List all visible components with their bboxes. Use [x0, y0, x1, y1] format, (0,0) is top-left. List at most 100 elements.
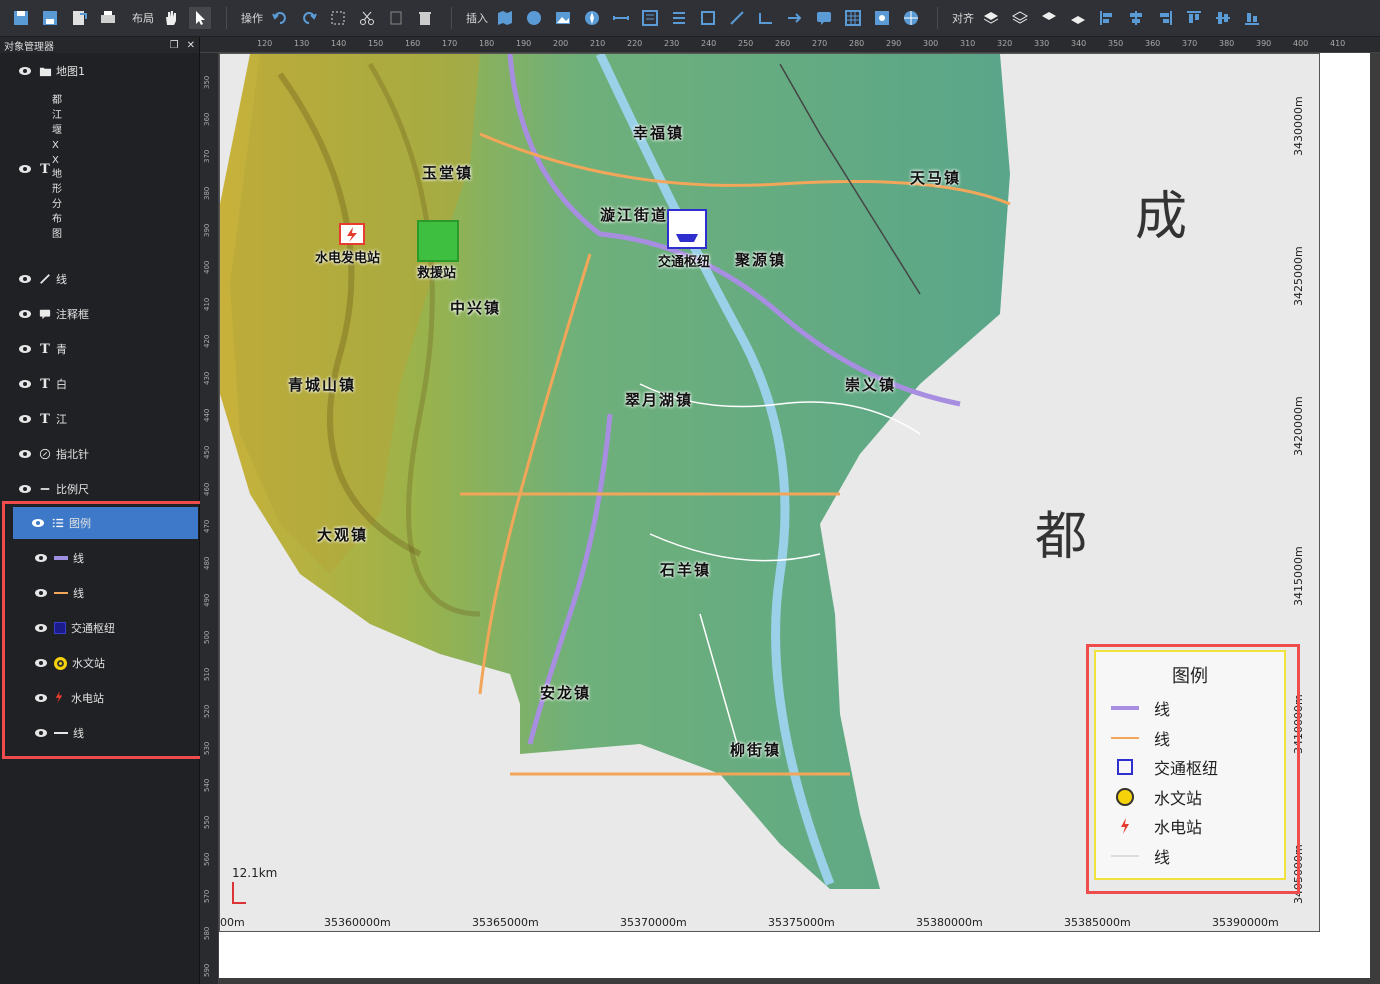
- eye-icon[interactable]: [18, 164, 32, 174]
- layout-page: 玉堂镇 幸福镇 天马镇 漩江街道 聚源镇 中兴镇 青城山镇 翠月湖镇 崇义镇 大…: [219, 53, 1370, 978]
- select-arrow-icon[interactable]: [189, 7, 211, 29]
- ruler-tick: 470: [203, 519, 211, 533]
- scale-line: [232, 882, 246, 904]
- eye-icon[interactable]: [18, 484, 32, 494]
- insert-list-icon[interactable]: [668, 7, 690, 29]
- ruler-tick: 130: [294, 39, 310, 48]
- insert-legend-icon[interactable]: [639, 7, 661, 29]
- compass-icon: [38, 447, 52, 461]
- eye-icon[interactable]: [18, 414, 32, 424]
- insert-globe-icon[interactable]: [900, 7, 922, 29]
- layout-canvas[interactable]: 玉堂镇 幸福镇 天马镇 漩江街道 聚源镇 中兴镇 青城山镇 翠月湖镇 崇义镇 大…: [219, 53, 1380, 984]
- eye-icon[interactable]: [18, 66, 32, 76]
- y-coord-label: 3415000m: [1292, 546, 1305, 606]
- toolbar-separator: [226, 7, 227, 29]
- export-icon[interactable]: [68, 7, 90, 29]
- send-back-icon[interactable]: [1009, 7, 1031, 29]
- insert-image-icon[interactable]: [871, 7, 893, 29]
- eye-icon[interactable]: [18, 309, 32, 319]
- poi-label: 水电发电站: [315, 251, 381, 266]
- ruler-tick: 380: [1219, 39, 1235, 48]
- copy-icon[interactable]: [385, 7, 407, 29]
- align-center-icon[interactable]: [1125, 7, 1147, 29]
- align-top-icon[interactable]: [1183, 7, 1205, 29]
- ruler-tick: 410: [203, 297, 211, 311]
- eye-icon[interactable]: [18, 274, 32, 284]
- insert-callout-icon[interactable]: [813, 7, 835, 29]
- ruler-tick: 280: [849, 39, 865, 48]
- insert-picture-icon[interactable]: [552, 7, 574, 29]
- vertical-char: 分: [52, 199, 62, 210]
- panel-title: 对象管理器: [4, 41, 54, 53]
- insert-table-icon[interactable]: [842, 7, 864, 29]
- bring-front-icon[interactable]: [980, 7, 1002, 29]
- ruler-tick: 340: [1071, 39, 1087, 48]
- tree-item-label: 青: [56, 343, 67, 356]
- insert-map-icon[interactable]: [494, 7, 516, 29]
- insert-line-icon[interactable]: [726, 7, 748, 29]
- ruler-tick: 310: [960, 39, 976, 48]
- x-coord-label: 35380000m: [916, 916, 983, 929]
- print-icon[interactable]: [97, 7, 119, 29]
- text-layer-vertical-label: 地 形 分 布 图: [52, 167, 62, 242]
- align-left-icon[interactable]: [1096, 7, 1118, 29]
- cut-icon[interactable]: [356, 7, 378, 29]
- save-icon[interactable]: [10, 7, 32, 29]
- tree-item-label: 指北针: [56, 448, 89, 461]
- text-layer-vertical-label: 都 江 堰 X X: [52, 93, 62, 168]
- save-as-icon[interactable]: [39, 7, 61, 29]
- tree-item-text-qing[interactable]: T 青: [0, 333, 200, 365]
- highlight-box: [2, 501, 207, 759]
- align-bottom-icon[interactable]: [1241, 7, 1263, 29]
- bring-forward-icon[interactable]: [1038, 7, 1060, 29]
- tree-item-text-jiang[interactable]: T 江: [0, 403, 200, 435]
- insert-rectangle-icon[interactable]: [697, 7, 719, 29]
- ruler-tick: 240: [701, 39, 717, 48]
- ruler-tick: 560: [203, 852, 211, 866]
- place-label: 幸福镇: [633, 124, 685, 142]
- scale-bar[interactable]: 12.1km: [232, 866, 277, 904]
- x-coord-label: 35370000m: [620, 916, 687, 929]
- align-label: 对齐: [952, 12, 974, 25]
- insert-3d-icon[interactable]: [523, 7, 545, 29]
- ruler-tick: 360: [203, 112, 211, 126]
- delete-icon[interactable]: [414, 7, 436, 29]
- x-coord-label: 00m: [220, 916, 245, 929]
- tree-item-callout[interactable]: 注释框: [0, 298, 200, 330]
- send-backward-icon[interactable]: [1067, 7, 1089, 29]
- undo-icon[interactable]: [269, 7, 291, 29]
- tree-item-map[interactable]: 地图1: [0, 55, 200, 87]
- pan-icon[interactable]: [160, 7, 182, 29]
- close-icon[interactable]: ✕: [187, 40, 195, 51]
- insert-polyline-icon[interactable]: [755, 7, 777, 29]
- map-frame[interactable]: 玉堂镇 幸福镇 天马镇 漩江街道 聚源镇 中兴镇 青城山镇 翠月湖镇 崇义镇 大…: [219, 53, 1320, 932]
- ruler-tick: 380: [203, 186, 211, 200]
- tree-item-label: 注释框: [56, 308, 89, 321]
- insert-scale-icon[interactable]: [610, 7, 632, 29]
- eye-icon[interactable]: [18, 379, 32, 389]
- tree-item-text-bai[interactable]: T 白: [0, 368, 200, 400]
- restore-icon[interactable]: ❐: [170, 40, 179, 51]
- ruler-tick: 550: [203, 815, 211, 829]
- place-label: 崇义镇: [845, 376, 897, 394]
- poi-label: 救援站: [417, 266, 457, 281]
- text-icon: T: [40, 376, 50, 392]
- ruler-tick: 590: [203, 963, 211, 977]
- tree-item-text-layer[interactable]: T: [0, 159, 200, 179]
- align-middle-icon[interactable]: [1212, 7, 1234, 29]
- eye-icon[interactable]: [18, 449, 32, 459]
- select-all-icon[interactable]: [327, 7, 349, 29]
- place-label: 柳街镇: [730, 741, 782, 759]
- ruler-tick: 420: [203, 334, 211, 348]
- ruler-tick: 160: [405, 39, 421, 48]
- align-right-icon[interactable]: [1154, 7, 1176, 29]
- tree-item-line[interactable]: 线: [0, 263, 200, 295]
- insert-arrow-icon[interactable]: [784, 7, 806, 29]
- x-coord-label: 35385000m: [1064, 916, 1131, 929]
- ruler-tick: 300: [923, 39, 939, 48]
- eye-icon[interactable]: [18, 344, 32, 354]
- tree-item-compass[interactable]: 指北针: [0, 438, 200, 470]
- vertical-char: 图: [52, 229, 62, 240]
- redo-icon[interactable]: [298, 7, 320, 29]
- insert-compass-icon[interactable]: [581, 7, 603, 29]
